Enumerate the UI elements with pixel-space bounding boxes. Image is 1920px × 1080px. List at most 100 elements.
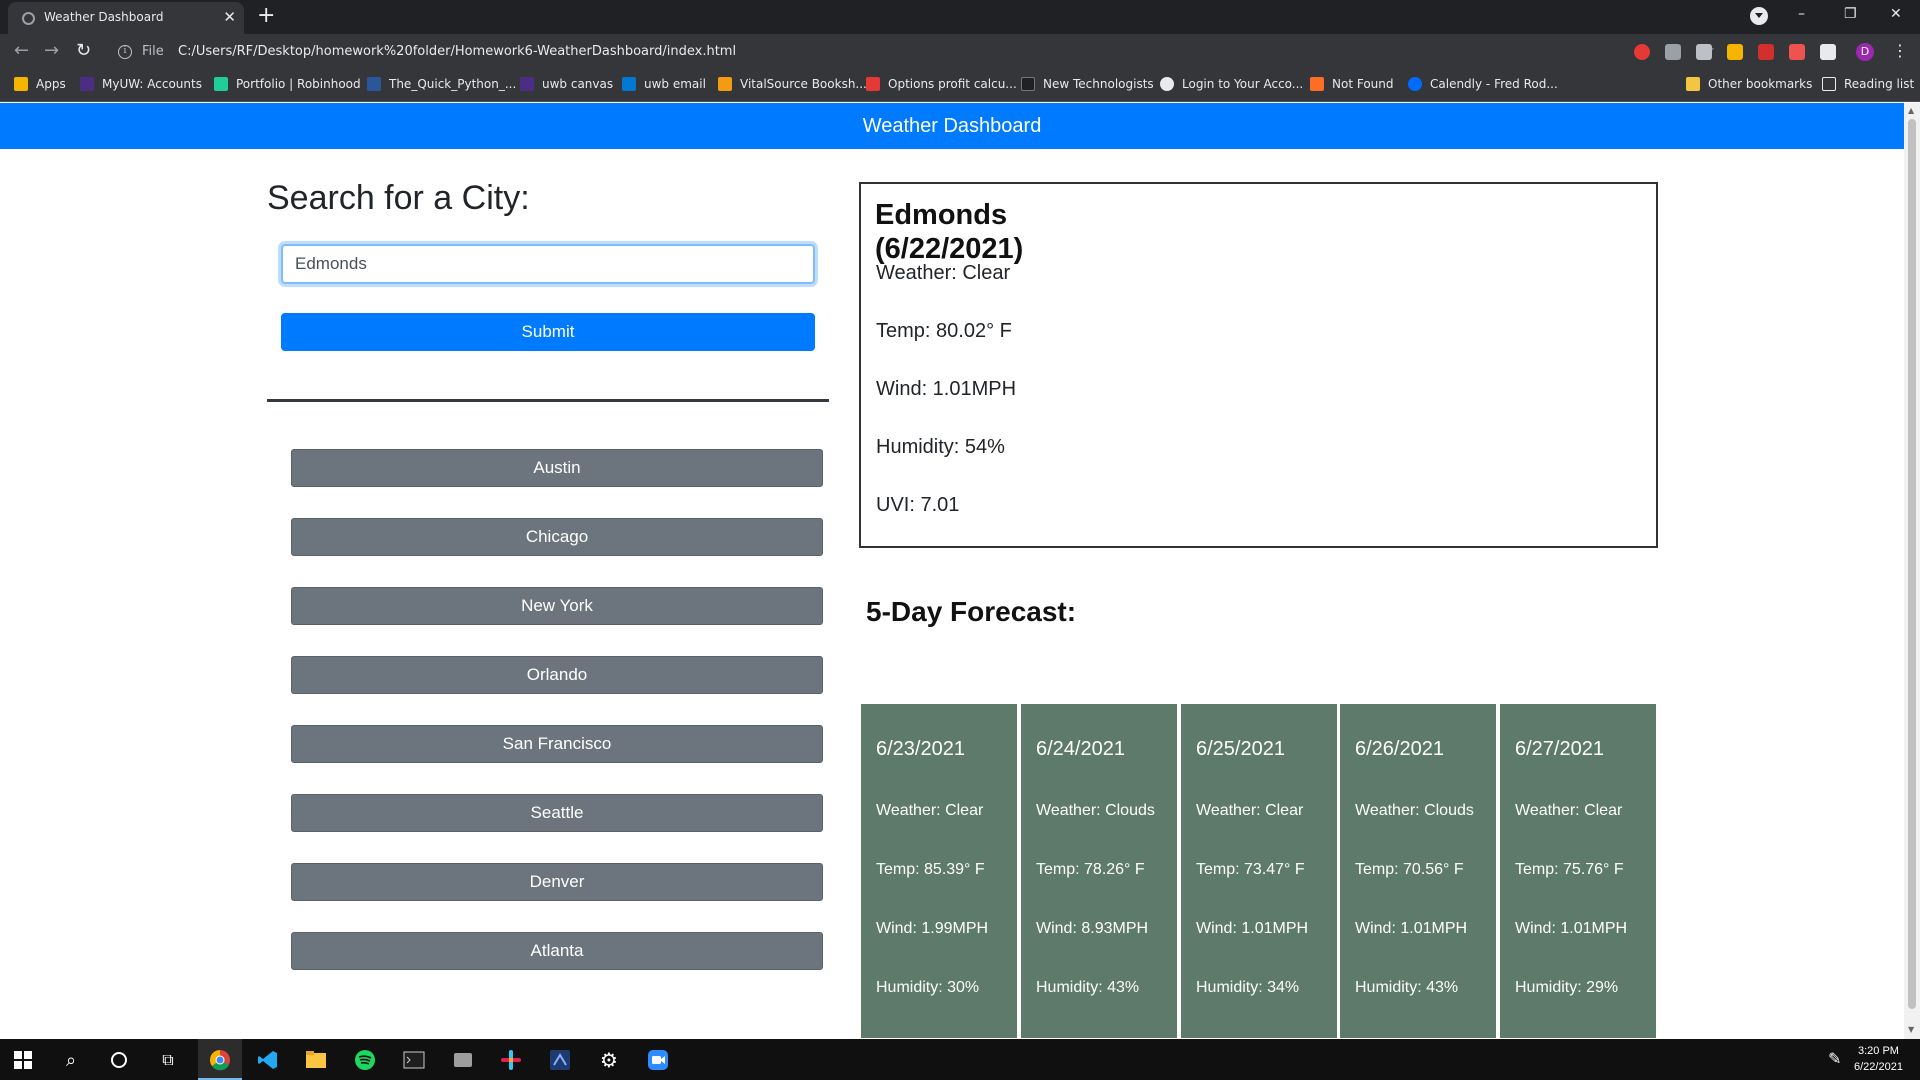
bookmark-favicon-icon [1310, 77, 1324, 91]
cortana-icon[interactable] [106, 1047, 132, 1073]
forecast-temp: Temp: 70.56° F [1355, 861, 1464, 878]
scroll-up-icon[interactable]: ▲ [1908, 106, 1914, 115]
terminal-icon[interactable] [401, 1047, 427, 1073]
info-icon[interactable]: i [118, 45, 132, 59]
forecast-humidity: Humidity: 43% [1036, 979, 1140, 996]
forecast-wind: Wind: 1.01MPH [1355, 920, 1468, 937]
history-city-button[interactable]: Denver [291, 863, 823, 901]
bookmark-item[interactable]: Apps [14, 77, 66, 91]
forecast-card: 6/27/2021 Weather: Clear Temp: 75.76° F … [1500, 704, 1656, 1038]
profile-menu-icon[interactable] [1750, 7, 1768, 25]
spotify-icon[interactable] [352, 1047, 378, 1073]
bookmark-item[interactable]: uwb email [622, 77, 706, 91]
forecast-wind: Wind: 1.01MPH [1515, 920, 1628, 937]
search-icon[interactable]: ⌕ [58, 1047, 84, 1073]
chrome-icon[interactable] [207, 1047, 233, 1073]
extension-icon-4[interactable] [1727, 44, 1743, 60]
tab-close-icon[interactable]: ✕ [223, 8, 236, 26]
history-city-button[interactable]: Austin [291, 449, 823, 487]
extension-icon-6[interactable] [1789, 44, 1805, 60]
forecast-card: 6/25/2021 Weather: Clear Temp: 73.47° F … [1181, 704, 1337, 1038]
forecast-date: 6/23/2021 [876, 738, 965, 760]
folder-icon [1686, 77, 1700, 91]
task-view-icon[interactable]: ⧉ [155, 1047, 181, 1073]
history-city-button[interactable]: New York [291, 587, 823, 625]
history-city-button[interactable]: Chicago [291, 518, 823, 556]
bookmark-item[interactable]: Not Found [1310, 77, 1393, 91]
page-viewport: Weather Dashboard Search for a City: Sub… [0, 103, 1904, 1039]
forecast-temp: Temp: 78.26° F [1036, 861, 1145, 878]
history-city-button[interactable]: Atlanta [291, 932, 823, 970]
url-text[interactable]: C:/Users/RF/Desktop/homework%20folder/Ho… [178, 44, 736, 59]
extension-icon-5[interactable] [1758, 44, 1774, 60]
extension-icon-3[interactable] [1696, 44, 1712, 60]
browser-tab[interactable]: Weather Dashboard ✕ [8, 2, 244, 34]
current-weather-card: Edmonds (6/22/2021) Weather: Clear Temp:… [859, 182, 1658, 548]
app-icon[interactable] [450, 1047, 476, 1073]
bookmark-item[interactable]: Portfolio | Robinhood [214, 77, 361, 91]
bookmark-item[interactable]: New Technologists [1021, 77, 1154, 91]
bookmark-label: The_Quick_Python_... [389, 77, 517, 91]
forecast-temp: Temp: 75.76° F [1515, 861, 1624, 878]
current-temp: Temp: 80.02° F [876, 320, 1012, 342]
taskbar-clock[interactable]: 3:20 PM 6/22/2021 [1854, 1043, 1903, 1075]
pen-icon[interactable]: ✎ [1828, 1049, 1841, 1068]
bookmark-label: Not Found [1332, 77, 1394, 91]
bookmark-label: uwb canvas [542, 77, 614, 91]
bookmark-item[interactable]: MyUW: Accounts [80, 77, 202, 91]
forecast-weather: Weather: Clouds [1355, 802, 1474, 819]
slack-icon[interactable] [498, 1047, 524, 1073]
other-bookmarks[interactable]: Other bookmarks [1686, 77, 1812, 91]
history-city-button[interactable]: San Francisco [291, 725, 823, 763]
forecast-weather: Weather: Clear [876, 802, 984, 819]
extension-icon-1[interactable] [1634, 44, 1650, 60]
reload-icon[interactable]: ↻ [76, 41, 91, 61]
history-city-button[interactable]: Orlando [291, 656, 823, 694]
forecast-humidity: Humidity: 29% [1515, 979, 1619, 996]
bookmark-label: New Technologists [1043, 77, 1154, 91]
app-icon-2[interactable] [547, 1047, 573, 1073]
reading-list[interactable]: Reading list [1822, 77, 1914, 91]
submit-button[interactable]: Submit [281, 313, 815, 351]
forecast-weather: Weather: Clear [1515, 802, 1623, 819]
forecast-temp: Temp: 85.39° F [876, 861, 985, 878]
file-explorer-icon[interactable] [303, 1047, 329, 1073]
restore-button[interactable]: ❐ [1844, 6, 1857, 22]
extensions-puzzle-icon[interactable] [1820, 44, 1836, 60]
forecast-temp: Temp: 73.47° F [1196, 861, 1305, 878]
forecast-title: 5-Day Forecast: [866, 596, 1077, 627]
bookmark-item[interactable]: uwb canvas [520, 77, 613, 91]
history-city-button[interactable]: Seattle [291, 794, 823, 832]
reading-list-label: Reading list [1844, 77, 1915, 91]
address-bar[interactable]: i File C:/Users/RF/Desktop/homework%20fo… [110, 38, 1715, 66]
bookmark-favicon-icon [1160, 77, 1174, 91]
back-icon[interactable]: ← [14, 41, 29, 61]
current-wind: Wind: 1.01MPH [876, 378, 1017, 400]
city-search-input[interactable] [281, 244, 815, 284]
new-tab-button[interactable]: + [257, 4, 275, 28]
bookmark-label: Calendly - Fred Rod... [1430, 77, 1558, 91]
menu-kebab-icon[interactable]: ⋮ [1892, 41, 1908, 60]
bookmark-item[interactable]: Login to Your Acco... [1160, 77, 1303, 91]
bookmark-favicon-icon [718, 77, 732, 91]
bookmark-item[interactable]: Calendly - Fred Rod... [1408, 77, 1558, 91]
zoom-icon[interactable] [645, 1047, 671, 1073]
tab-favicon-icon [22, 12, 35, 25]
bookmark-item[interactable]: VitalSource Booksh... [718, 77, 867, 91]
profile-avatar[interactable]: D [1856, 43, 1874, 61]
forward-icon[interactable]: → [44, 41, 59, 61]
current-weather: Weather: Clear [876, 262, 1011, 284]
scroll-thumb[interactable] [1908, 119, 1916, 1009]
page-scrollbar[interactable]: ▲ ▼ [1904, 103, 1920, 1039]
bookmark-item[interactable]: Options profit calcu... [866, 77, 1017, 91]
windows-start-icon[interactable] [10, 1047, 36, 1073]
taskbar-time: 3:20 PM [1857, 1045, 1899, 1057]
settings-icon[interactable]: ⚙ [596, 1047, 622, 1073]
scroll-down-icon[interactable]: ▼ [1908, 1025, 1914, 1034]
bookmark-item[interactable]: The_Quick_Python_... [367, 77, 516, 91]
close-window-button[interactable]: ✕ [1890, 6, 1902, 22]
minimize-button[interactable]: – [1798, 6, 1805, 22]
bookmark-favicon-icon [520, 77, 534, 91]
extension-icon-2[interactable] [1665, 44, 1681, 60]
vscode-icon[interactable] [255, 1047, 281, 1073]
